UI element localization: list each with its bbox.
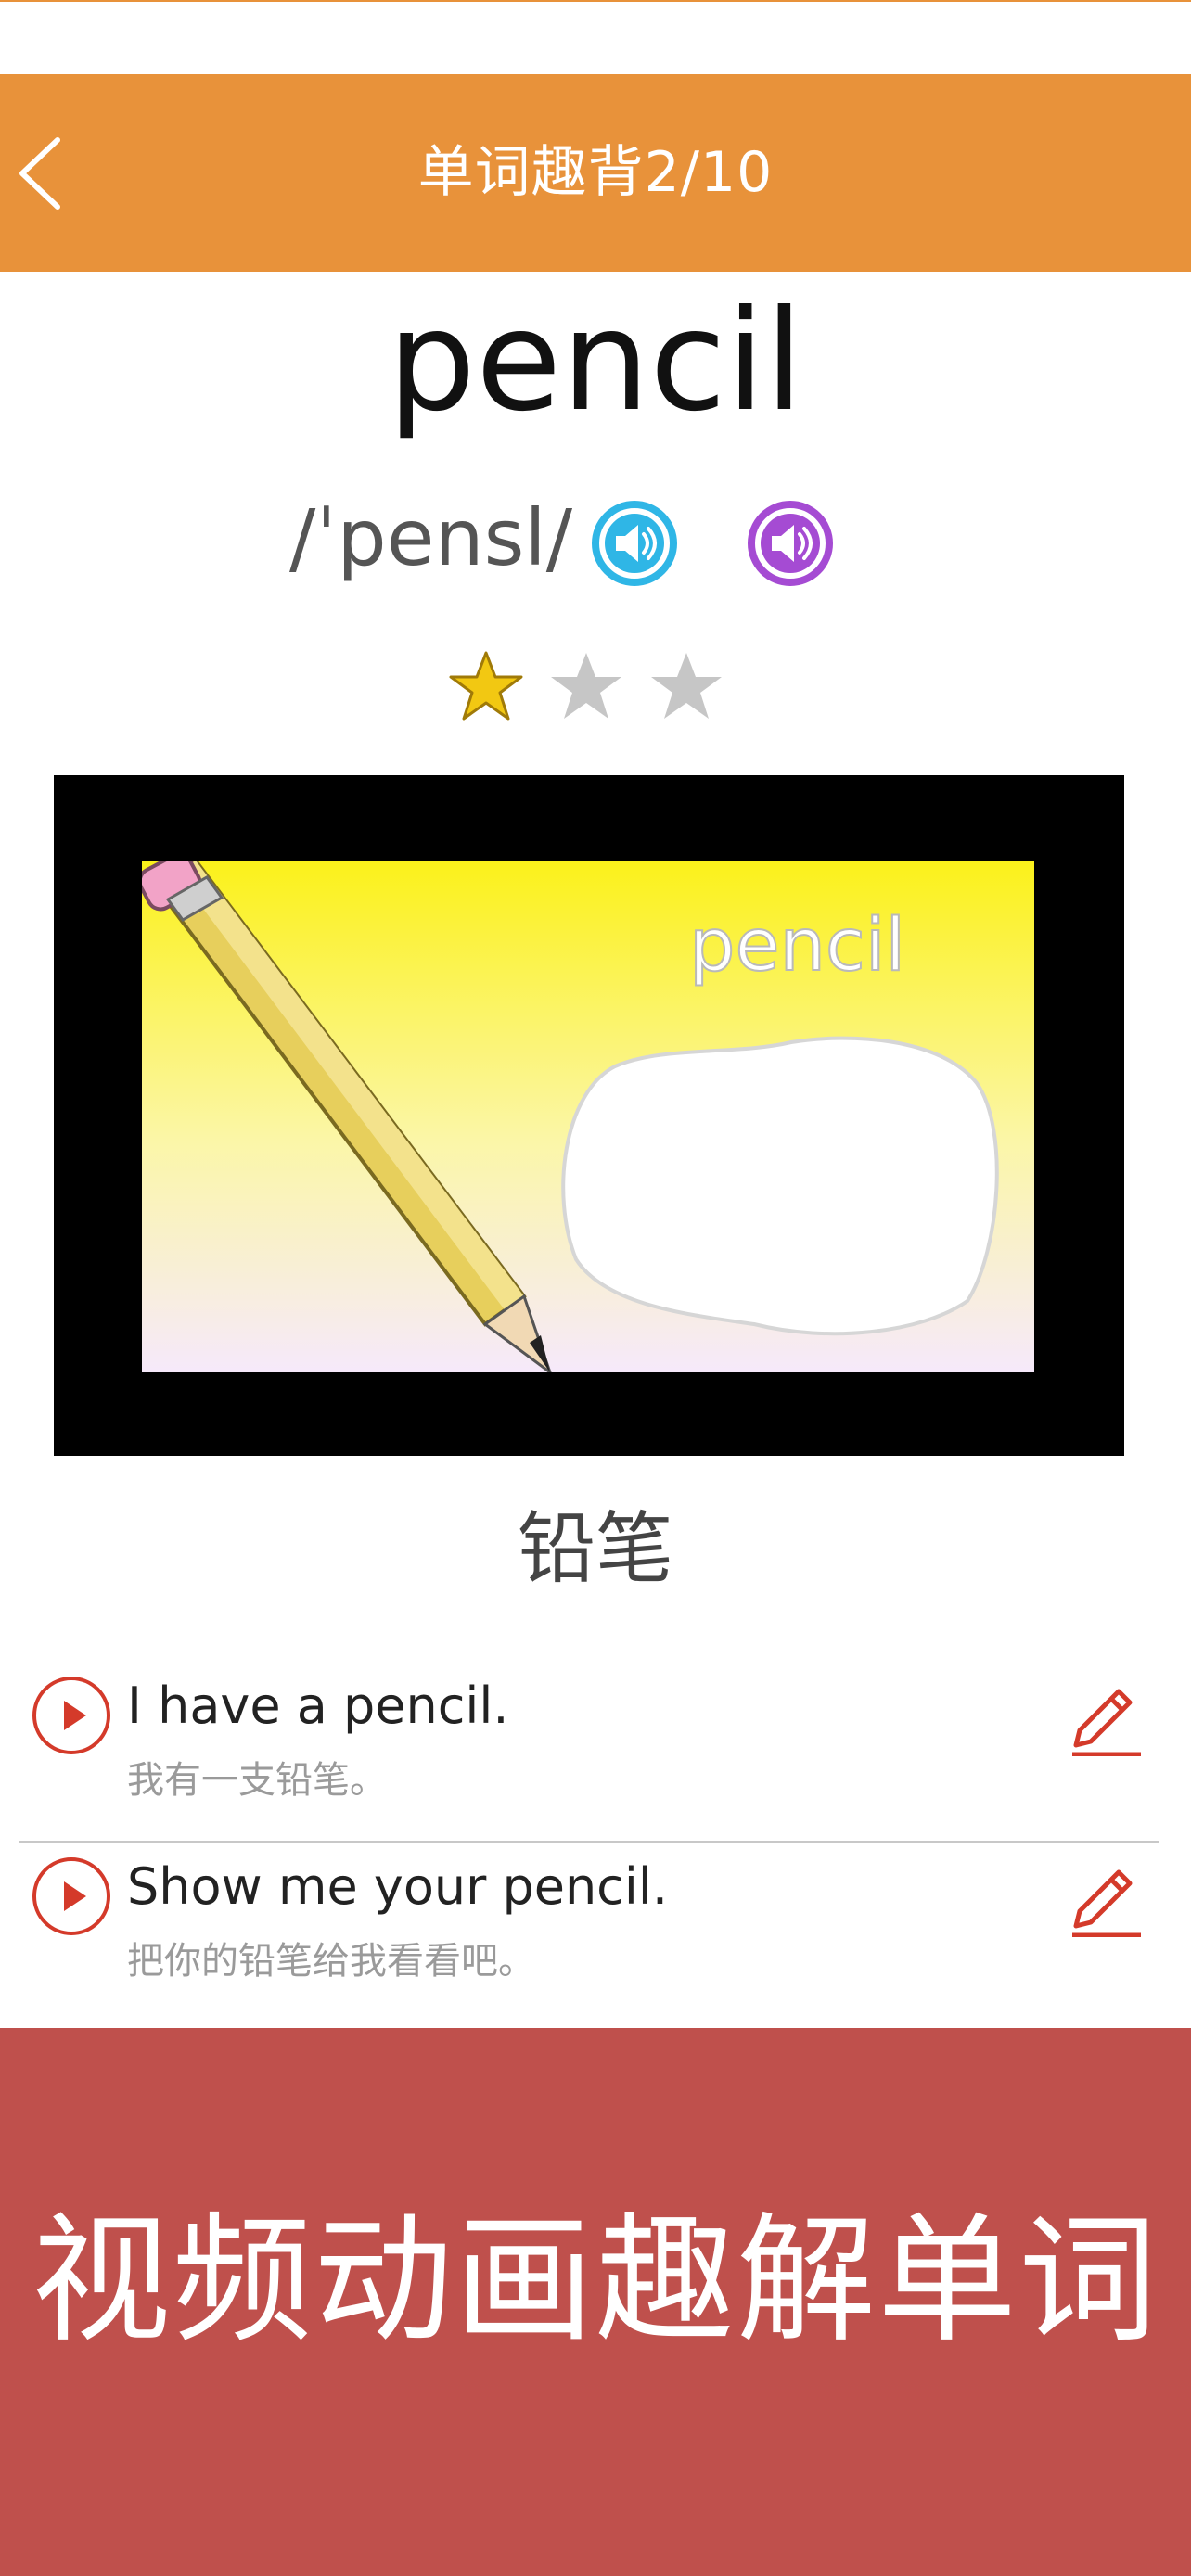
- example-sentence-2: Show me your pencil. 把你的铅笔给我看看吧。: [19, 1841, 1159, 2017]
- sentence-chinese: 我有一支铅笔。: [127, 1759, 387, 1802]
- play-icon: [32, 1677, 110, 1754]
- pencil-edit-icon: [1072, 1869, 1141, 1938]
- star-empty-icon: [651, 653, 722, 719]
- app-header: 单词趣背2/10: [0, 74, 1191, 272]
- pronunciation-button-1[interactable]: [590, 499, 679, 588]
- sentence-chinese: 把你的铅笔给我看看吧。: [127, 1940, 535, 1983]
- example-sentence-1: I have a pencil. 我有一支铅笔。: [19, 1660, 1159, 1836]
- star-filled-icon: [449, 651, 523, 721]
- media-caption: pencil: [689, 904, 905, 988]
- top-accent-line: [0, 0, 1191, 2]
- play-sentence-button[interactable]: [31, 1855, 112, 1937]
- video-player[interactable]: pencil: [54, 775, 1124, 1456]
- edit-button[interactable]: [1063, 1854, 1146, 1938]
- pencil-edit-icon: [1072, 1689, 1141, 1757]
- word-meaning: 铅笔: [517, 1503, 673, 1594]
- speaker-icon-blue: [592, 501, 677, 586]
- edit-button[interactable]: [1063, 1673, 1146, 1757]
- pronunciation-button-2[interactable]: [746, 499, 835, 588]
- promo-banner-text: 视频动画趣解单词: [31, 2200, 1159, 2362]
- play-icon: [32, 1857, 110, 1935]
- phonetic-text: /ˈpensl/: [289, 492, 573, 583]
- speaker-icon-purple: [748, 501, 833, 586]
- word-text: pencil: [387, 281, 804, 442]
- page-title: 单词趣背2/10: [417, 140, 774, 205]
- sentence-english: Show me your pencil.: [127, 1857, 669, 1916]
- sentence-english: I have a pencil.: [127, 1677, 509, 1735]
- star-rating: [449, 649, 736, 733]
- play-sentence-button[interactable]: [31, 1675, 112, 1756]
- star-empty-icon: [551, 653, 621, 719]
- pencil-illustration: pencil: [142, 861, 1034, 1372]
